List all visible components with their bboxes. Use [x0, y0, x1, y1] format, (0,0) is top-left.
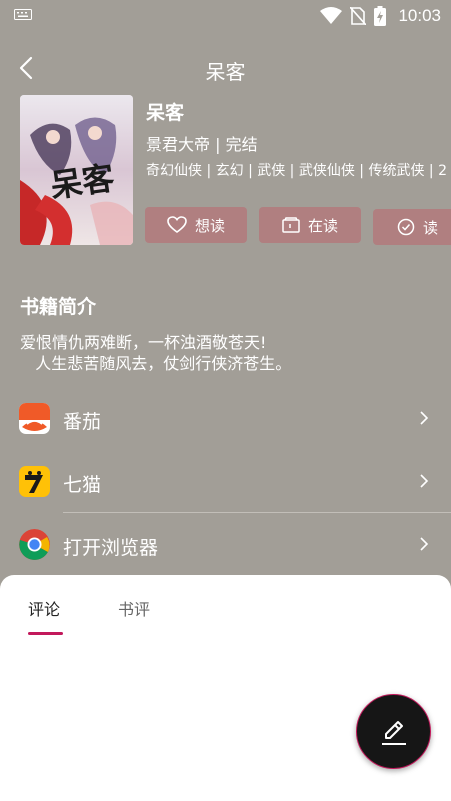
book-cover[interactable]: 呆客: [20, 95, 133, 245]
book-name: 呆客: [146, 102, 185, 124]
reading-label: 在读: [307, 216, 338, 235]
status-bar: 10:03: [0, 0, 451, 32]
intro-text: 爱恨情仇两难断，一杯浊酒敬苍天! 人生悲苦随风去，仗剑行侠济苍生。: [20, 333, 292, 373]
want-to-read-button[interactable]: 想读: [145, 207, 247, 243]
tab-comments[interactable]: 评论: [28, 596, 60, 620]
chevron-right-icon: [420, 537, 429, 551]
fanqie-app-icon: [19, 403, 50, 434]
battery-charging-icon: [374, 6, 387, 26]
chevron-right-icon: [420, 474, 429, 488]
action-buttons: 想读 在读 读: [145, 207, 451, 245]
source-label: 七猫: [63, 474, 102, 496]
book-icon: [282, 217, 300, 233]
book-author-status: 景君大帝 | 完结: [146, 135, 258, 154]
source-label: 番茄: [63, 411, 102, 433]
page-title: 呆客: [205, 60, 246, 84]
status-time: 10:03: [398, 6, 441, 25]
want-to-read-label: 想读: [194, 216, 225, 235]
no-sim-icon: [350, 7, 367, 25]
cover-title: 呆客: [47, 158, 117, 206]
heart-icon: [167, 216, 187, 233]
tab-reviews[interactable]: 书评: [118, 596, 150, 620]
have-read-button[interactable]: 读: [373, 209, 451, 245]
tab-indicator: [28, 632, 63, 635]
divider: [63, 512, 451, 513]
book-tags: 奇幻仙侠 | 玄幻 | 武侠 | 武侠仙侠 | 传统武侠 | 2: [146, 163, 447, 179]
intro-title: 书籍简介: [20, 296, 97, 318]
app-header: 呆客: [0, 48, 451, 88]
wifi-icon: [320, 7, 343, 24]
write-comment-button[interactable]: [356, 694, 431, 769]
edit-pencil-icon: [381, 720, 406, 745]
source-item-fanqie[interactable]: 番茄: [0, 388, 451, 450]
source-item-qimao[interactable]: 七猫: [0, 451, 451, 513]
chevron-right-icon: [420, 411, 429, 425]
have-read-label: 读: [423, 218, 439, 237]
source-item-browser[interactable]: 打开浏览器: [0, 514, 451, 576]
qimao-app-icon: [19, 466, 50, 497]
source-label: 打开浏览器: [63, 537, 159, 559]
reading-button[interactable]: 在读: [259, 207, 361, 243]
check-circle-icon: [397, 218, 415, 236]
chrome-browser-icon: [19, 529, 50, 560]
keyboard-icon: [14, 9, 32, 20]
